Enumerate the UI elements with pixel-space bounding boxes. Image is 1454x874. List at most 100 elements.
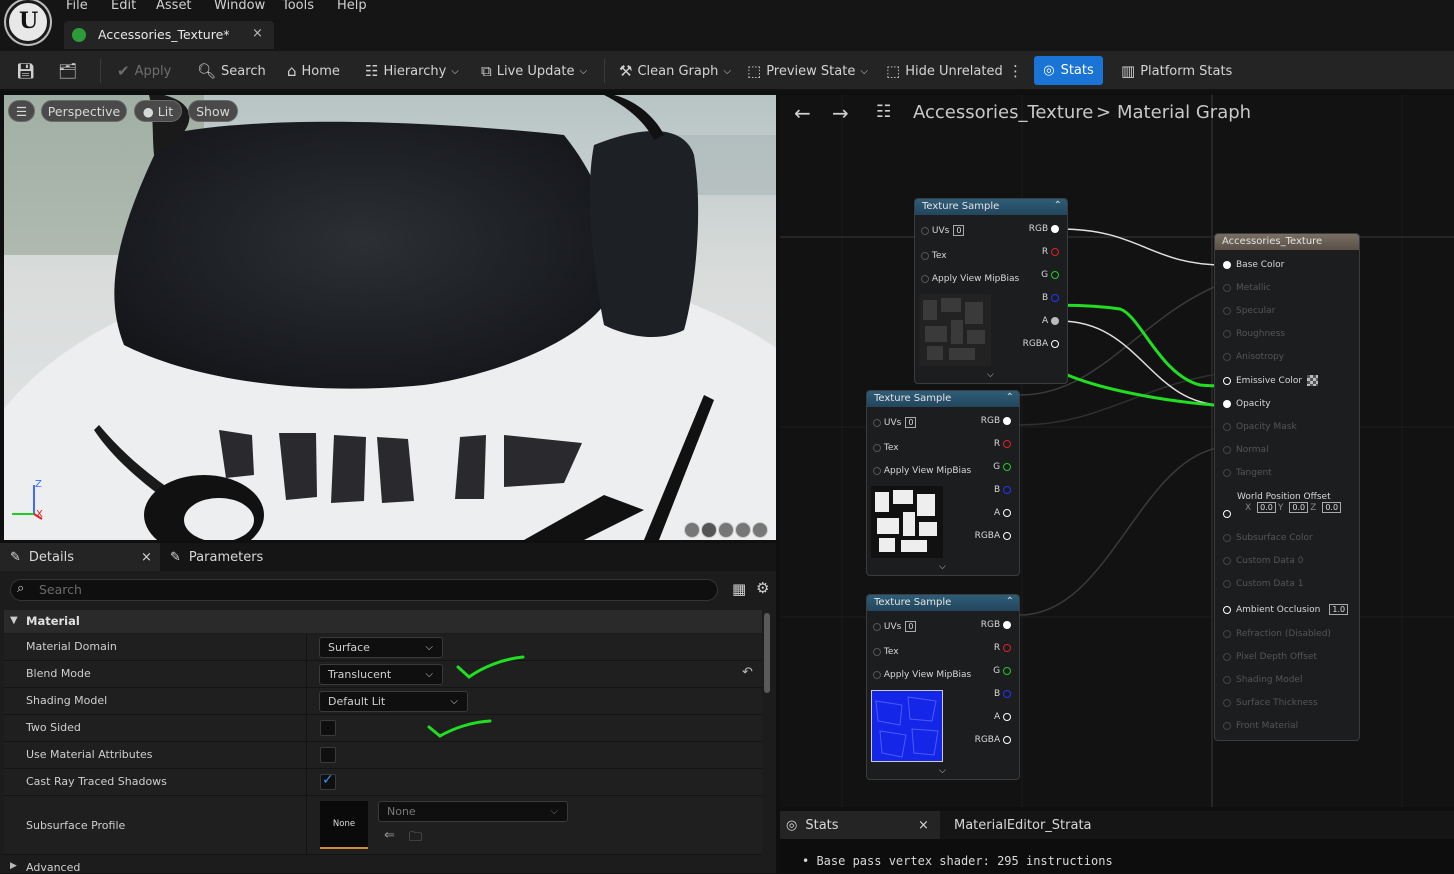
- pin-rgba[interactable]: RGBA: [975, 531, 1011, 541]
- details-search-input[interactable]: Search: [10, 579, 718, 601]
- platform-stats-button[interactable]: ▥ Platform Stats: [1121, 51, 1232, 91]
- pin-mipbias[interactable]: Apply View MipBias: [921, 274, 1019, 284]
- breadcrumb-graph[interactable]: Material Graph: [1117, 102, 1251, 123]
- menu-edit[interactable]: Edit: [111, 0, 136, 13]
- cube-icon[interactable]: [735, 522, 751, 538]
- menu-tools[interactable]: Tools: [282, 0, 314, 13]
- blend-mode-dropdown[interactable]: Translucent ⌵: [319, 664, 443, 685]
- search-button[interactable]: 🔍︎ Search: [197, 51, 266, 91]
- pin-uvs[interactable]: UVs 0: [921, 225, 965, 236]
- document-tab-close-icon[interactable]: ×: [252, 26, 263, 41]
- pin-front-material[interactable]: Front Material: [1223, 721, 1298, 731]
- pin-custom-data-1[interactable]: Custom Data 1: [1223, 579, 1303, 589]
- use-material-attributes-checkbox[interactable]: [320, 747, 336, 763]
- pin-a[interactable]: A: [1042, 316, 1059, 326]
- pin-b[interactable]: B: [1042, 293, 1059, 303]
- collapse-node-icon[interactable]: ⌃: [1054, 200, 1062, 211]
- live-update-dropdown[interactable]: ⧉ Live Update ⌵: [481, 51, 587, 91]
- show-button[interactable]: Show: [188, 100, 238, 122]
- pin-pixel-depth-offset[interactable]: Pixel Depth Offset: [1223, 652, 1317, 662]
- wpo-vector-input[interactable]: X 0.0 Y 0.0 Z 0.0: [1245, 502, 1342, 513]
- pin-ambient-occlusion[interactable]: Ambient Occlusion 1.0: [1223, 604, 1349, 615]
- subsurface-profile-dropdown[interactable]: None ⌵: [378, 801, 568, 822]
- pin-opacity[interactable]: Opacity: [1223, 399, 1271, 409]
- pin-rgb[interactable]: RGB: [981, 416, 1011, 426]
- two-sided-checkbox[interactable]: [320, 720, 336, 736]
- pin-g[interactable]: G: [1041, 270, 1059, 280]
- pin-g[interactable]: G: [993, 666, 1011, 676]
- perspective-button[interactable]: Perspective: [41, 100, 127, 122]
- pin-anisotropy[interactable]: Anisotropy: [1223, 352, 1284, 362]
- table-view-icon[interactable]: ▦: [732, 580, 746, 598]
- pin-rgba[interactable]: RGBA: [975, 735, 1011, 745]
- shading-model-dropdown[interactable]: Default Lit ⌵: [319, 691, 468, 712]
- texture-sample-node[interactable]: Texture Sample ⌃ UVs 0 Tex Apply View Mip…: [914, 198, 1068, 384]
- tab-parameters[interactable]: ✎ Parameters: [170, 543, 263, 571]
- pin-b[interactable]: B: [994, 485, 1011, 495]
- pin-g[interactable]: G: [993, 462, 1011, 472]
- reset-to-default-icon[interactable]: ↶: [742, 665, 753, 680]
- forward-arrow-icon[interactable]: →: [832, 101, 849, 125]
- gear-icon[interactable]: ⚙: [756, 579, 769, 597]
- pin-subsurface-color[interactable]: Subsurface Color: [1223, 533, 1313, 543]
- pin-opacity-mask[interactable]: Opacity Mask: [1223, 422, 1297, 432]
- expand-arrow-icon[interactable]: ▶: [10, 861, 17, 871]
- tab-details[interactable]: ✎ Details ×: [0, 543, 160, 571]
- chevron-down-icon[interactable]: ⌵: [987, 370, 994, 380]
- teapot-icon[interactable]: [752, 522, 768, 538]
- unreal-logo-icon[interactable]: U: [6, 0, 50, 44]
- pin-r[interactable]: R: [994, 439, 1011, 449]
- menu-file[interactable]: File: [66, 0, 88, 13]
- pin-mipbias[interactable]: Apply View MipBias: [873, 466, 971, 476]
- cast-ray-traced-shadows-checkbox[interactable]: [320, 772, 336, 790]
- pin-tex[interactable]: Tex: [873, 647, 899, 657]
- pin-specular[interactable]: Specular: [1223, 306, 1275, 316]
- collapse-node-icon[interactable]: ⌃: [1006, 392, 1014, 403]
- pin-r[interactable]: R: [994, 643, 1011, 653]
- stats-button[interactable]: ◎ Stats: [1034, 56, 1103, 85]
- material-graph-editor[interactable]: ← → ☷ Accessories_Texture > Material Gra…: [780, 95, 1454, 807]
- pin-tex[interactable]: Tex: [921, 251, 947, 261]
- pin-mipbias[interactable]: Apply View MipBias: [873, 670, 971, 680]
- menu-window[interactable]: Window: [214, 0, 265, 13]
- pin-base-color[interactable]: Base Color: [1223, 260, 1284, 270]
- breadcrumb-asset[interactable]: Accessories_Texture: [913, 102, 1093, 123]
- pin-refraction[interactable]: Refraction (Disabled): [1223, 629, 1331, 639]
- pin-rgb[interactable]: RGB: [981, 620, 1011, 630]
- save-button[interactable]: 💾︎: [16, 51, 35, 91]
- pin-emissive-color[interactable]: Emissive Color: [1223, 375, 1319, 386]
- material-domain-dropdown[interactable]: Surface ⌵: [319, 637, 443, 658]
- pin-uvs[interactable]: UVs 0: [873, 417, 917, 428]
- back-arrow-icon[interactable]: ←: [794, 101, 811, 125]
- sphere-icon[interactable]: [701, 522, 717, 538]
- lit-button[interactable]: ● Lit: [134, 100, 182, 122]
- cylinder-icon[interactable]: [684, 522, 700, 538]
- browse-asset-icon[interactable]: 🗀︎: [409, 828, 422, 850]
- material-result-node[interactable]: Accessories_Texture Base Color Metallic …: [1214, 233, 1360, 741]
- pin-tangent[interactable]: Tangent: [1223, 468, 1272, 478]
- details-scrollbar[interactable]: [764, 613, 770, 693]
- home-button[interactable]: ⌂ Home: [287, 51, 340, 91]
- pin-b[interactable]: B: [994, 689, 1011, 699]
- chevron-down-icon[interactable]: ⌵: [939, 562, 946, 572]
- preview-viewport[interactable]: ☰ Perspective ● Lit Show Z X: [4, 95, 776, 540]
- use-selected-icon[interactable]: ⇐: [384, 828, 395, 843]
- collapse-arrow-icon[interactable]: ▼: [10, 615, 18, 626]
- clean-graph-dropdown[interactable]: ⚒ Clean Graph ⌵: [619, 51, 731, 91]
- pin-roughness[interactable]: Roughness: [1223, 329, 1285, 339]
- pin-rgba[interactable]: RGBA: [1023, 339, 1059, 349]
- pin-uvs[interactable]: UVs 0: [873, 621, 917, 632]
- menu-help[interactable]: Help: [337, 0, 367, 13]
- pin-r[interactable]: R: [1042, 247, 1059, 257]
- pin-a[interactable]: A: [994, 508, 1011, 518]
- pin-a[interactable]: A: [994, 712, 1011, 722]
- tab-details-close-icon[interactable]: ×: [141, 550, 152, 565]
- pin-tex[interactable]: Tex: [873, 443, 899, 453]
- collapse-node-icon[interactable]: ⌃: [1006, 596, 1014, 607]
- pin-world-position-offset[interactable]: World Position Offset: [1237, 492, 1331, 502]
- category-material[interactable]: Material: [4, 610, 762, 633]
- advanced-section[interactable]: Advanced: [26, 861, 80, 874]
- pin-metallic[interactable]: Metallic: [1223, 283, 1271, 293]
- tab-stats-close-icon[interactable]: ×: [918, 818, 929, 833]
- hide-unrelated-button[interactable]: ⬚ Hide Unrelated: [886, 51, 1003, 91]
